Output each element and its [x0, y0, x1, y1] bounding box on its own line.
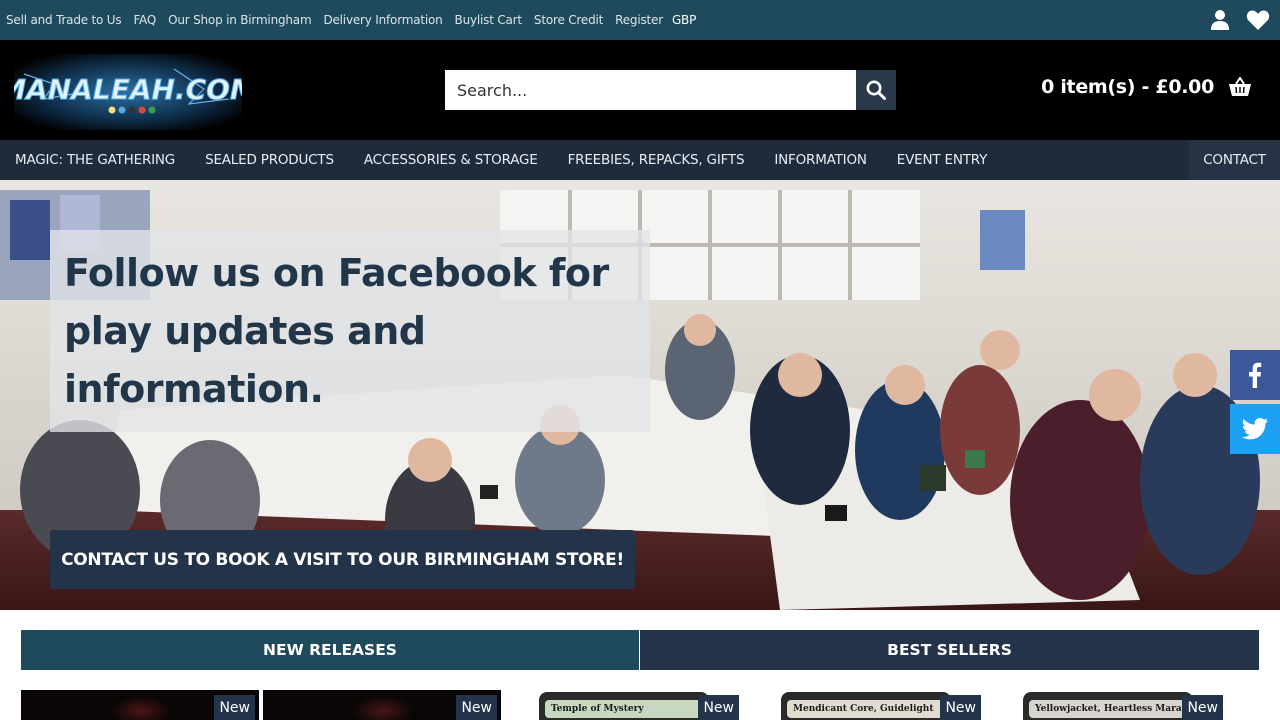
top-utility-bar: Sell and Trade to Us FAQ Our Shop in Bir…	[0, 0, 1280, 40]
nav-event-entry[interactable]: EVENT ENTRY	[882, 152, 1002, 168]
card-name: Mendicant Core, Guidelight	[787, 700, 945, 718]
facebook-icon	[1249, 362, 1262, 388]
account-icon[interactable]	[1210, 9, 1230, 31]
new-badge: New	[698, 695, 739, 720]
nav-freebies-repacks-gifts[interactable]: FREEBIES, REPACKS, GIFTS	[553, 152, 760, 168]
new-badge: New	[940, 695, 981, 720]
product-grid: New New Temple of Mystery New Mendicant …	[21, 690, 1259, 720]
nav-sealed-products[interactable]: SEALED PRODUCTS	[190, 152, 349, 168]
product-tabs: NEW RELEASES BEST SELLERS	[21, 630, 1259, 670]
search-input[interactable]	[445, 70, 856, 110]
link-delivery-info[interactable]: Delivery Information	[323, 13, 442, 27]
link-store-credit[interactable]: Store Credit	[534, 13, 603, 27]
nav-magic-the-gathering[interactable]: MAGIC: THE GATHERING	[0, 152, 190, 168]
svg-text:MANALEAH.COM: MANALEAH.COM	[14, 73, 242, 106]
top-links: Sell and Trade to Us FAQ Our Shop in Bir…	[6, 0, 696, 40]
link-register[interactable]: Register	[615, 13, 663, 27]
product-tile[interactable]: Yellowjacket, Heartless Marauder New	[989, 690, 1227, 720]
nav-contact[interactable]: CONTACT	[1189, 140, 1280, 180]
card-name: Yellowjacket, Heartless Marauder	[1029, 700, 1187, 718]
currency-selector[interactable]: GBP	[672, 13, 696, 27]
product-tile[interactable]: Mendicant Core, Guidelight New	[747, 690, 985, 720]
nav-accessories-storage[interactable]: ACCESSORIES & STORAGE	[349, 152, 553, 168]
cart-summary[interactable]: 0 item(s) - £0.00	[1041, 76, 1252, 98]
product-tile[interactable]: New	[21, 690, 259, 720]
tab-best-sellers[interactable]: BEST SELLERS	[639, 630, 1259, 670]
link-buylist-cart[interactable]: Buylist Cart	[455, 13, 523, 27]
top-icons	[1210, 0, 1270, 40]
tab-new-releases[interactable]: NEW RELEASES	[21, 630, 639, 670]
hero-caption: Follow us on Facebook for play updates a…	[64, 251, 609, 411]
wishlist-heart-icon[interactable]	[1246, 9, 1270, 31]
site-header: MANALEAH.COM 0 item(s) - £0.00	[0, 40, 1280, 140]
book-visit-button[interactable]: CONTACT US TO BOOK A VISIT TO OUR BIRMIN…	[50, 530, 635, 589]
basket-icon	[1229, 77, 1251, 96]
search-icon	[866, 80, 886, 100]
new-badge: New	[1182, 695, 1223, 720]
search-button[interactable]	[856, 70, 896, 110]
hero-banner: Follow us on Facebook for play updates a…	[0, 180, 1280, 610]
product-image	[111, 696, 171, 720]
product-tile[interactable]: New	[263, 690, 501, 720]
product-image: Mendicant Core, Guidelight	[781, 692, 951, 720]
card-name: Temple of Mystery	[545, 700, 703, 718]
link-sell-and-trade[interactable]: Sell and Trade to Us	[6, 13, 122, 27]
search-bar	[445, 70, 896, 110]
main-navigation: MAGIC: THE GATHERING SEALED PRODUCTS ACC…	[0, 140, 1280, 180]
hero-caption-box: Follow us on Facebook for play updates a…	[50, 230, 650, 432]
twitter-button[interactable]	[1230, 404, 1280, 454]
site-logo[interactable]: MANALEAH.COM	[0, 54, 258, 130]
product-image: Temple of Mystery	[539, 692, 709, 720]
twitter-icon	[1242, 418, 1268, 440]
cart-total: 0 item(s) - £0.00	[1041, 76, 1214, 98]
link-faq[interactable]: FAQ	[133, 13, 156, 27]
product-image	[353, 696, 413, 720]
new-badge: New	[456, 695, 497, 720]
facebook-button[interactable]	[1230, 350, 1280, 400]
product-image: Yellowjacket, Heartless Marauder	[1023, 692, 1193, 720]
product-tile[interactable]: Temple of Mystery New	[505, 690, 743, 720]
new-badge: New	[214, 695, 255, 720]
nav-information[interactable]: INFORMATION	[759, 152, 881, 168]
social-share	[1230, 350, 1280, 458]
link-shop-birmingham[interactable]: Our Shop in Birmingham	[168, 13, 312, 27]
